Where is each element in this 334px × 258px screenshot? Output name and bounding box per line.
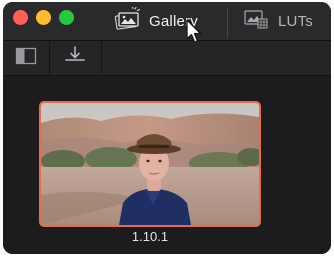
still-label: 1.10.1 (131, 229, 169, 244)
tab-luts-label: LUTs (278, 12, 313, 30)
tab-divider (227, 8, 228, 38)
gallery-grid: 1.10.1 (3, 76, 331, 254)
luts-icon (243, 8, 269, 35)
sidebar-toggle-button[interactable] (3, 41, 49, 75)
sidebar-toggle-icon (15, 47, 37, 70)
download-button[interactable] (52, 41, 98, 75)
tab-luts[interactable]: LUTs (243, 2, 313, 40)
toolbar-separator (101, 41, 102, 75)
title-bar: Gallery LUTs (3, 2, 331, 43)
minimize-window-button[interactable] (36, 10, 51, 25)
gallery-icon (111, 6, 141, 36)
toolbar-separator (49, 41, 50, 75)
still-image (41, 103, 259, 225)
zoom-window-button[interactable] (59, 10, 74, 25)
close-window-button[interactable] (13, 10, 28, 25)
still-thumbnail[interactable] (39, 101, 261, 227)
download-tray-icon (64, 45, 86, 71)
gallery-toolbar (3, 41, 331, 76)
gallery-window: Gallery LUTs 1.10.1 (3, 2, 331, 254)
